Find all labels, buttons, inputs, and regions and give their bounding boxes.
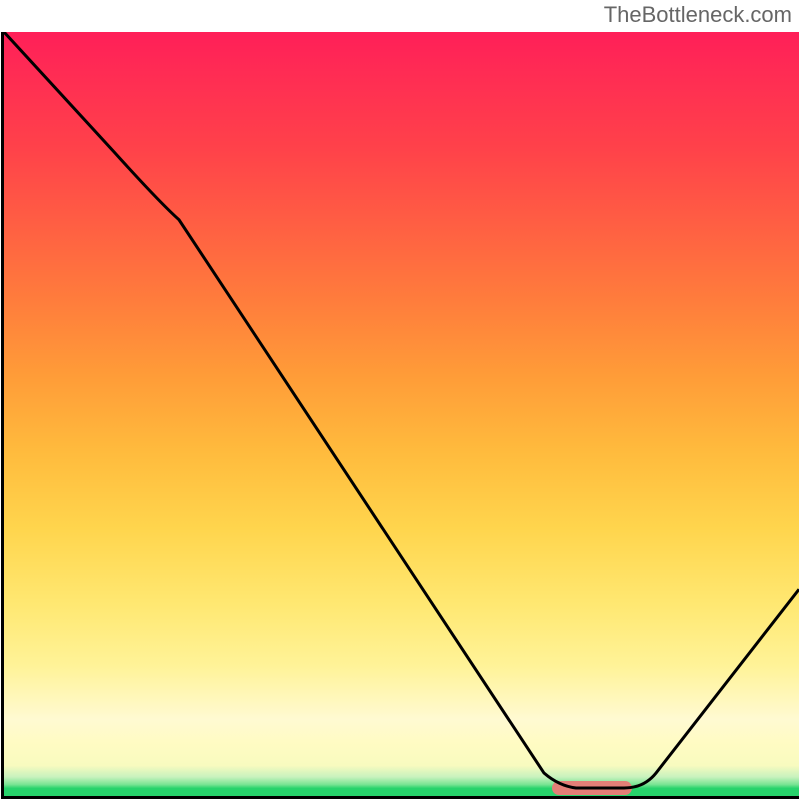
chart-curve: [4, 32, 799, 788]
chart-svg: [4, 32, 799, 796]
watermark-text: TheBottleneck.com: [604, 2, 792, 28]
plot-area: [1, 32, 799, 799]
optimal-marker: [552, 781, 632, 795]
chart-container: TheBottleneck.com: [0, 0, 800, 800]
